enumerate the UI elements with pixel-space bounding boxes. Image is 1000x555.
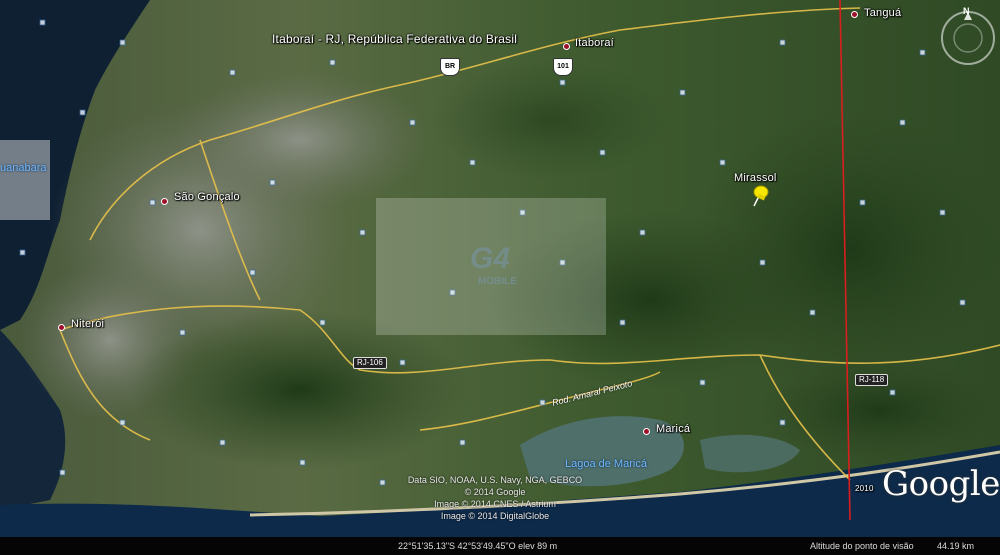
- place-label-marica[interactable]: Maricá: [656, 423, 690, 435]
- place-dot-tangua[interactable]: [851, 11, 858, 18]
- water-label-guanabara[interactable]: uanabara: [0, 162, 47, 174]
- water-label-lagoa-marica[interactable]: Lagoa de Maricá: [565, 458, 647, 470]
- place-dot-marica[interactable]: [643, 428, 650, 435]
- place-dot-niteroi[interactable]: [58, 324, 65, 331]
- altitude-label: Altitude do ponto de visão: [810, 541, 914, 551]
- altitude-value: 44.19 km: [937, 541, 975, 551]
- imagery-year: 2010: [855, 484, 874, 493]
- place-label-sao-goncalo[interactable]: São Gonçalo: [174, 191, 240, 203]
- credit-line-2: © 2014 Google: [464, 487, 526, 497]
- credit-line-3: Image © 2014 CNES / Astrium: [434, 499, 556, 509]
- road-shield-101[interactable]: 101: [553, 58, 573, 76]
- imagery-credits: Data SIO, NOAA, U.S. Navy, NGA, GEBCO © …: [395, 474, 595, 522]
- credit-line-1: Data SIO, NOAA, U.S. Navy, NGA, GEBCO: [407, 475, 583, 485]
- place-label-mirassol[interactable]: Mirassol: [734, 172, 777, 184]
- credit-line-4: Image © 2014 DigitalGlobe: [440, 511, 550, 521]
- region-label[interactable]: Itaboraí - RJ, República Federativa do B…: [272, 32, 517, 46]
- road-label-rj106[interactable]: RJ-106: [353, 357, 387, 369]
- watermark-title: G4: [470, 242, 511, 275]
- compass-north-letter: N: [963, 6, 970, 16]
- road-label-rj118[interactable]: RJ-118: [855, 374, 889, 386]
- status-bar: 22°51'35.13"S 42°53'49.45"O elev 89 m Al…: [0, 537, 1000, 555]
- watermark-subtitle: MOBILE: [478, 276, 517, 287]
- pushpin-icon[interactable]: [748, 184, 770, 210]
- place-dot-sao-goncalo[interactable]: [161, 198, 168, 205]
- coordinates-readout: 22°51'35.13"S 42°53'49.45"O elev 89 m: [398, 541, 558, 551]
- place-label-itaborai[interactable]: Itaboraí: [575, 37, 614, 49]
- place-label-tangua[interactable]: Tanguá: [864, 7, 901, 19]
- google-earth-map[interactable]: G4 MOBILE Itaboraí - RJ, República Feder…: [0, 0, 1000, 555]
- road-shield-br[interactable]: BR: [440, 58, 460, 76]
- place-label-niteroi[interactable]: Niterói: [71, 318, 104, 330]
- compass-icon[interactable]: [938, 8, 998, 68]
- google-logo: Google: [882, 464, 1000, 504]
- place-dot-itaborai[interactable]: [563, 43, 570, 50]
